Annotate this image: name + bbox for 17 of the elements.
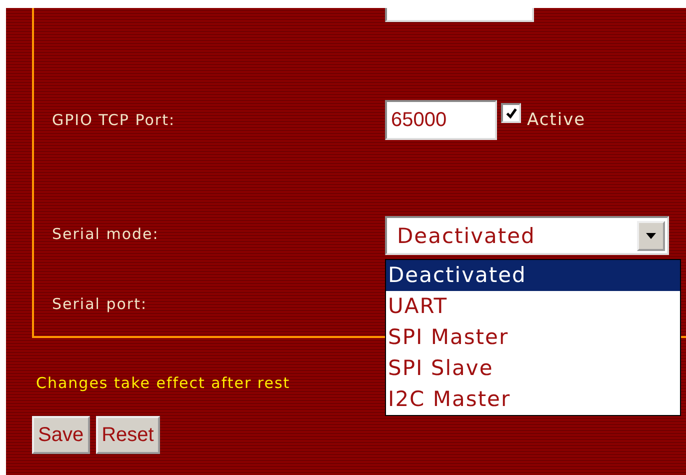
hostname-field[interactable] bbox=[385, 8, 534, 22]
checkbox[interactable] bbox=[501, 103, 521, 123]
reset-button[interactable]: Reset bbox=[96, 416, 160, 454]
dropdown-option[interactable]: I2C Master bbox=[386, 384, 680, 415]
dropdown-option[interactable]: Deactivated bbox=[386, 260, 680, 291]
save-button[interactable]: Save bbox=[32, 416, 90, 454]
notice-text: Changes take effect after rest bbox=[36, 374, 292, 392]
dropdown-option[interactable]: SPI Slave bbox=[386, 353, 680, 384]
dropdown-option[interactable]: SPI Master bbox=[386, 322, 680, 353]
field-label: Serial port: bbox=[52, 295, 148, 313]
field-label: GPIO TCP Port: bbox=[52, 111, 176, 129]
checkbox-label: Active bbox=[527, 110, 586, 130]
checkmark-icon bbox=[504, 106, 518, 120]
serial-mode-select[interactable]: Deactivated bbox=[385, 216, 669, 255]
port-input[interactable]: 65000 bbox=[385, 100, 497, 140]
dropdown-option[interactable]: UART bbox=[386, 291, 680, 322]
field-label: Serial mode: bbox=[52, 224, 160, 243]
